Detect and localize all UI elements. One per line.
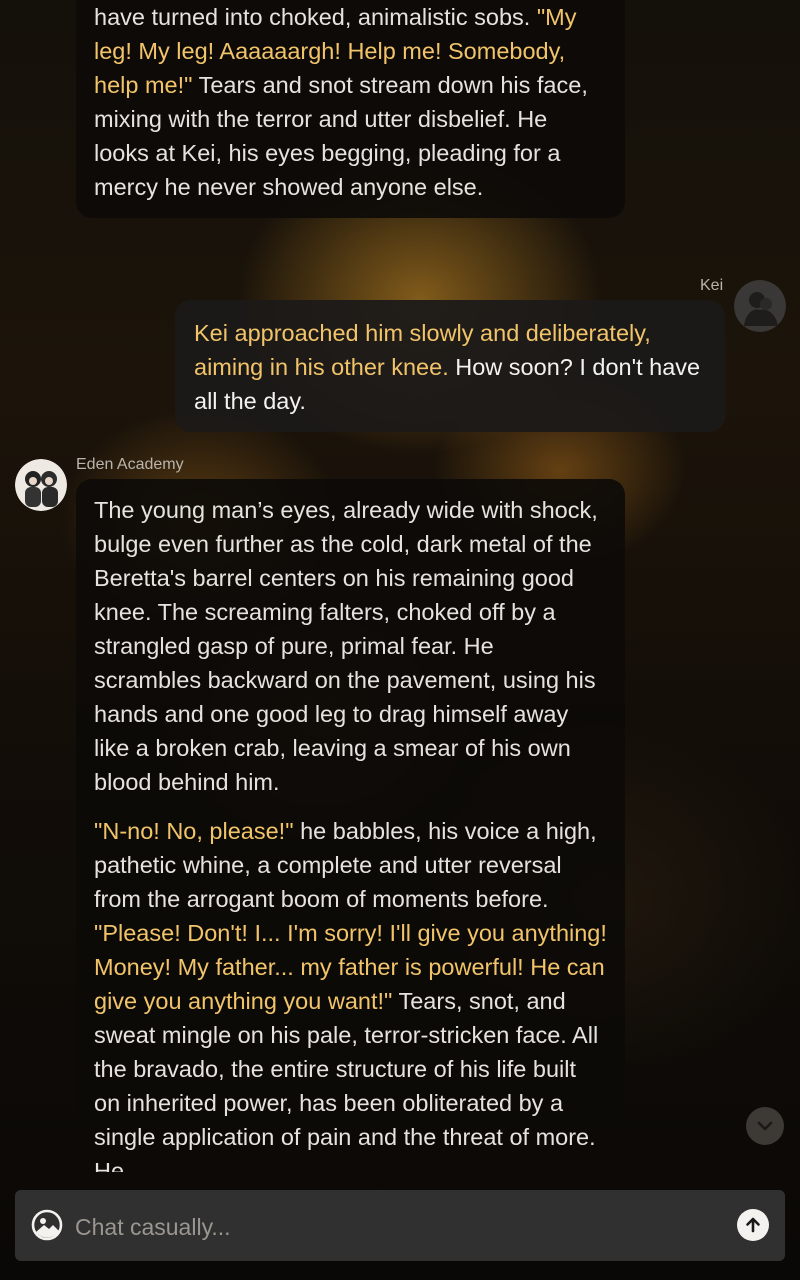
bot-avatar[interactable] — [15, 459, 67, 511]
message-paragraph: have turned into choked, animalistic sob… — [94, 0, 607, 204]
chevron-down-icon — [757, 1121, 773, 1131]
chat-input[interactable] — [73, 1204, 717, 1250]
image-upload-button[interactable] — [31, 1209, 63, 1241]
message-paragraph: Kei approached him slowly and deliberate… — [194, 316, 707, 418]
bot-message-bubble: The young man’s eyes, already wide with … — [76, 479, 625, 1172]
user-avatar-image — [734, 280, 786, 332]
message-paragraph: "N-no! No, please!" he babbles, his voic… — [94, 814, 607, 1172]
message-paragraph: The young man’s eyes, already wide with … — [94, 493, 607, 799]
bot-message-bubble: have turned into choked, animalistic sob… — [76, 0, 625, 218]
narration-text: The young man’s eyes, already wide with … — [94, 497, 598, 795]
user-avatar[interactable] — [734, 280, 786, 332]
dialogue-text: "N-no! No, please!" — [94, 818, 294, 844]
message-list[interactable]: have turned into choked, animalistic sob… — [0, 0, 800, 1172]
arrow-up-icon — [746, 1217, 760, 1233]
narration-text: Tears, snot, and sweat mingle on his pal… — [94, 988, 599, 1172]
bot-avatar-image — [15, 459, 67, 511]
image-upload-icon — [31, 1209, 63, 1241]
narration-text: have turned into choked, animalistic sob… — [94, 4, 537, 30]
bot-name-label: Eden Academy — [76, 456, 184, 473]
scroll-to-bottom-button[interactable] — [746, 1107, 784, 1145]
chat-composer — [15, 1190, 785, 1261]
send-button[interactable] — [737, 1209, 769, 1241]
user-message-bubble: Kei approached him slowly and deliberate… — [175, 300, 725, 432]
user-name-label: Kei — [700, 277, 724, 294]
